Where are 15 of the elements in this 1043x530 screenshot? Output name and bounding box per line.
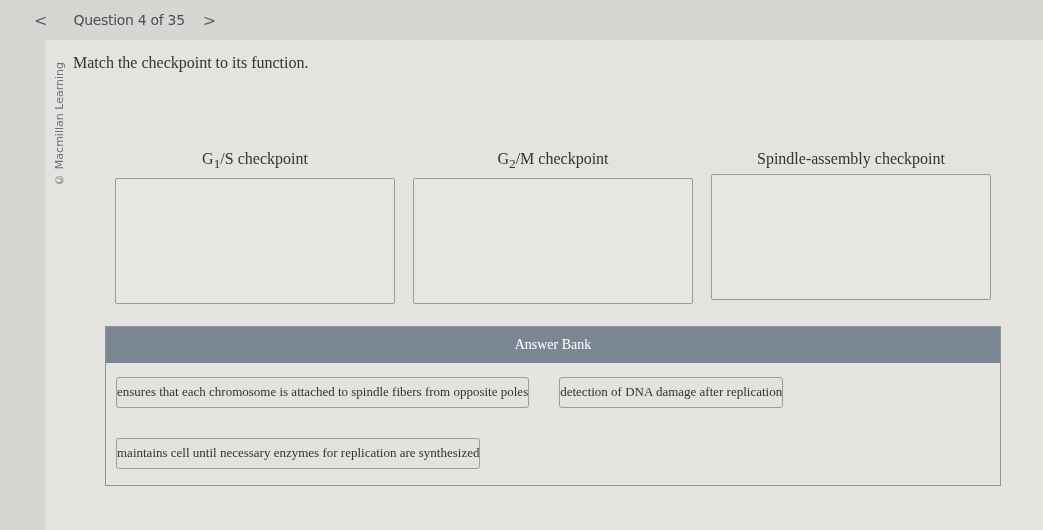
copyright-text: © Macmillan Learning: [52, 62, 66, 186]
target-label: G$_{1}$/S checkpoint: [202, 150, 308, 173]
target-label: G$_{2}$/M checkpoint: [497, 150, 609, 173]
answer-bank-title: Answer Bank: [106, 327, 1000, 364]
drop-zone[interactable]: [413, 178, 693, 305]
answer-chip[interactable]: ensures that each chromosome is attached to spindle fibers from opposite poles: [116, 377, 530, 409]
target-label: Spindle-assembly checkpoint: [757, 150, 945, 168]
question-prompt: Match the checkpoint to its function.: [73, 54, 310, 72]
question-counter: Question 4 of 35: [73, 12, 185, 28]
drop-zone[interactable]: [711, 174, 991, 300]
drop-zone[interactable]: [115, 178, 395, 305]
answer-chip[interactable]: detection of DNA damage after replication: [559, 377, 784, 409]
next-button[interactable]: >: [198, 10, 221, 30]
previous-button[interactable]: <: [30, 10, 52, 30]
answer-chip[interactable]: maintains cell until necessary enzymes for replication are synthesized: [116, 438, 481, 470]
